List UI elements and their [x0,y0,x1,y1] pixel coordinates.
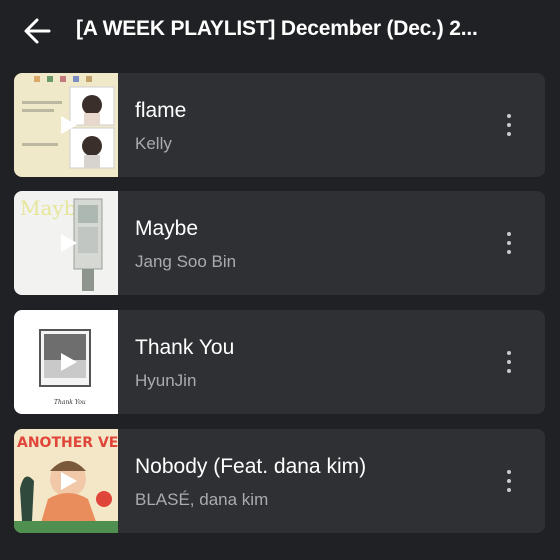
thumbnail-text: ANOTHER VER [17,435,118,451]
song-thumbnail[interactable]: ANOTHER VER [14,429,118,533]
song-row[interactable]: Thank You Thank You HyunJin [14,310,545,414]
song-title: Thank You [135,336,235,359]
thumbnail-text: Thank You [54,399,86,406]
play-icon [61,472,77,490]
song-thumbnail[interactable]: Thank You [14,310,118,414]
more-vertical-icon [507,351,511,355]
song-title: Maybe [135,217,199,240]
song-row[interactable]: Maybe Maybe Jang Soo Bin [14,191,545,295]
song-artist: HyunJin [135,371,197,390]
song-row[interactable]: flame Kelly [14,73,545,177]
more-vertical-icon [507,232,511,236]
song-thumbnail[interactable]: Maybe [14,191,118,295]
song-title: flame [135,99,187,122]
song-thumbnail[interactable] [14,73,118,177]
arrow-left-icon [24,18,51,44]
play-icon [61,116,77,134]
song-row[interactable]: ANOTHER VER Nobody (Feat. dana kim) BLAS… [14,429,545,533]
top-bar: [A WEEK PLAYLIST] December (Dec.) 2... [0,0,560,62]
more-options-button[interactable] [495,342,523,382]
play-icon [61,353,77,371]
song-artist: BLASÉ, dana kim [135,490,269,509]
more-options-button[interactable] [495,461,523,501]
playlist-title: [A WEEK PLAYLIST] December (Dec.) 2... [76,17,478,40]
more-options-button[interactable] [495,105,523,145]
more-options-button[interactable] [495,223,523,263]
song-artist: Jang Soo Bin [135,252,237,271]
back-button[interactable] [20,14,54,48]
song-artist: Kelly [135,134,172,153]
play-icon [61,234,77,252]
more-vertical-icon [507,470,511,474]
song-title: Nobody (Feat. dana kim) [135,455,367,478]
more-vertical-icon [507,114,511,118]
